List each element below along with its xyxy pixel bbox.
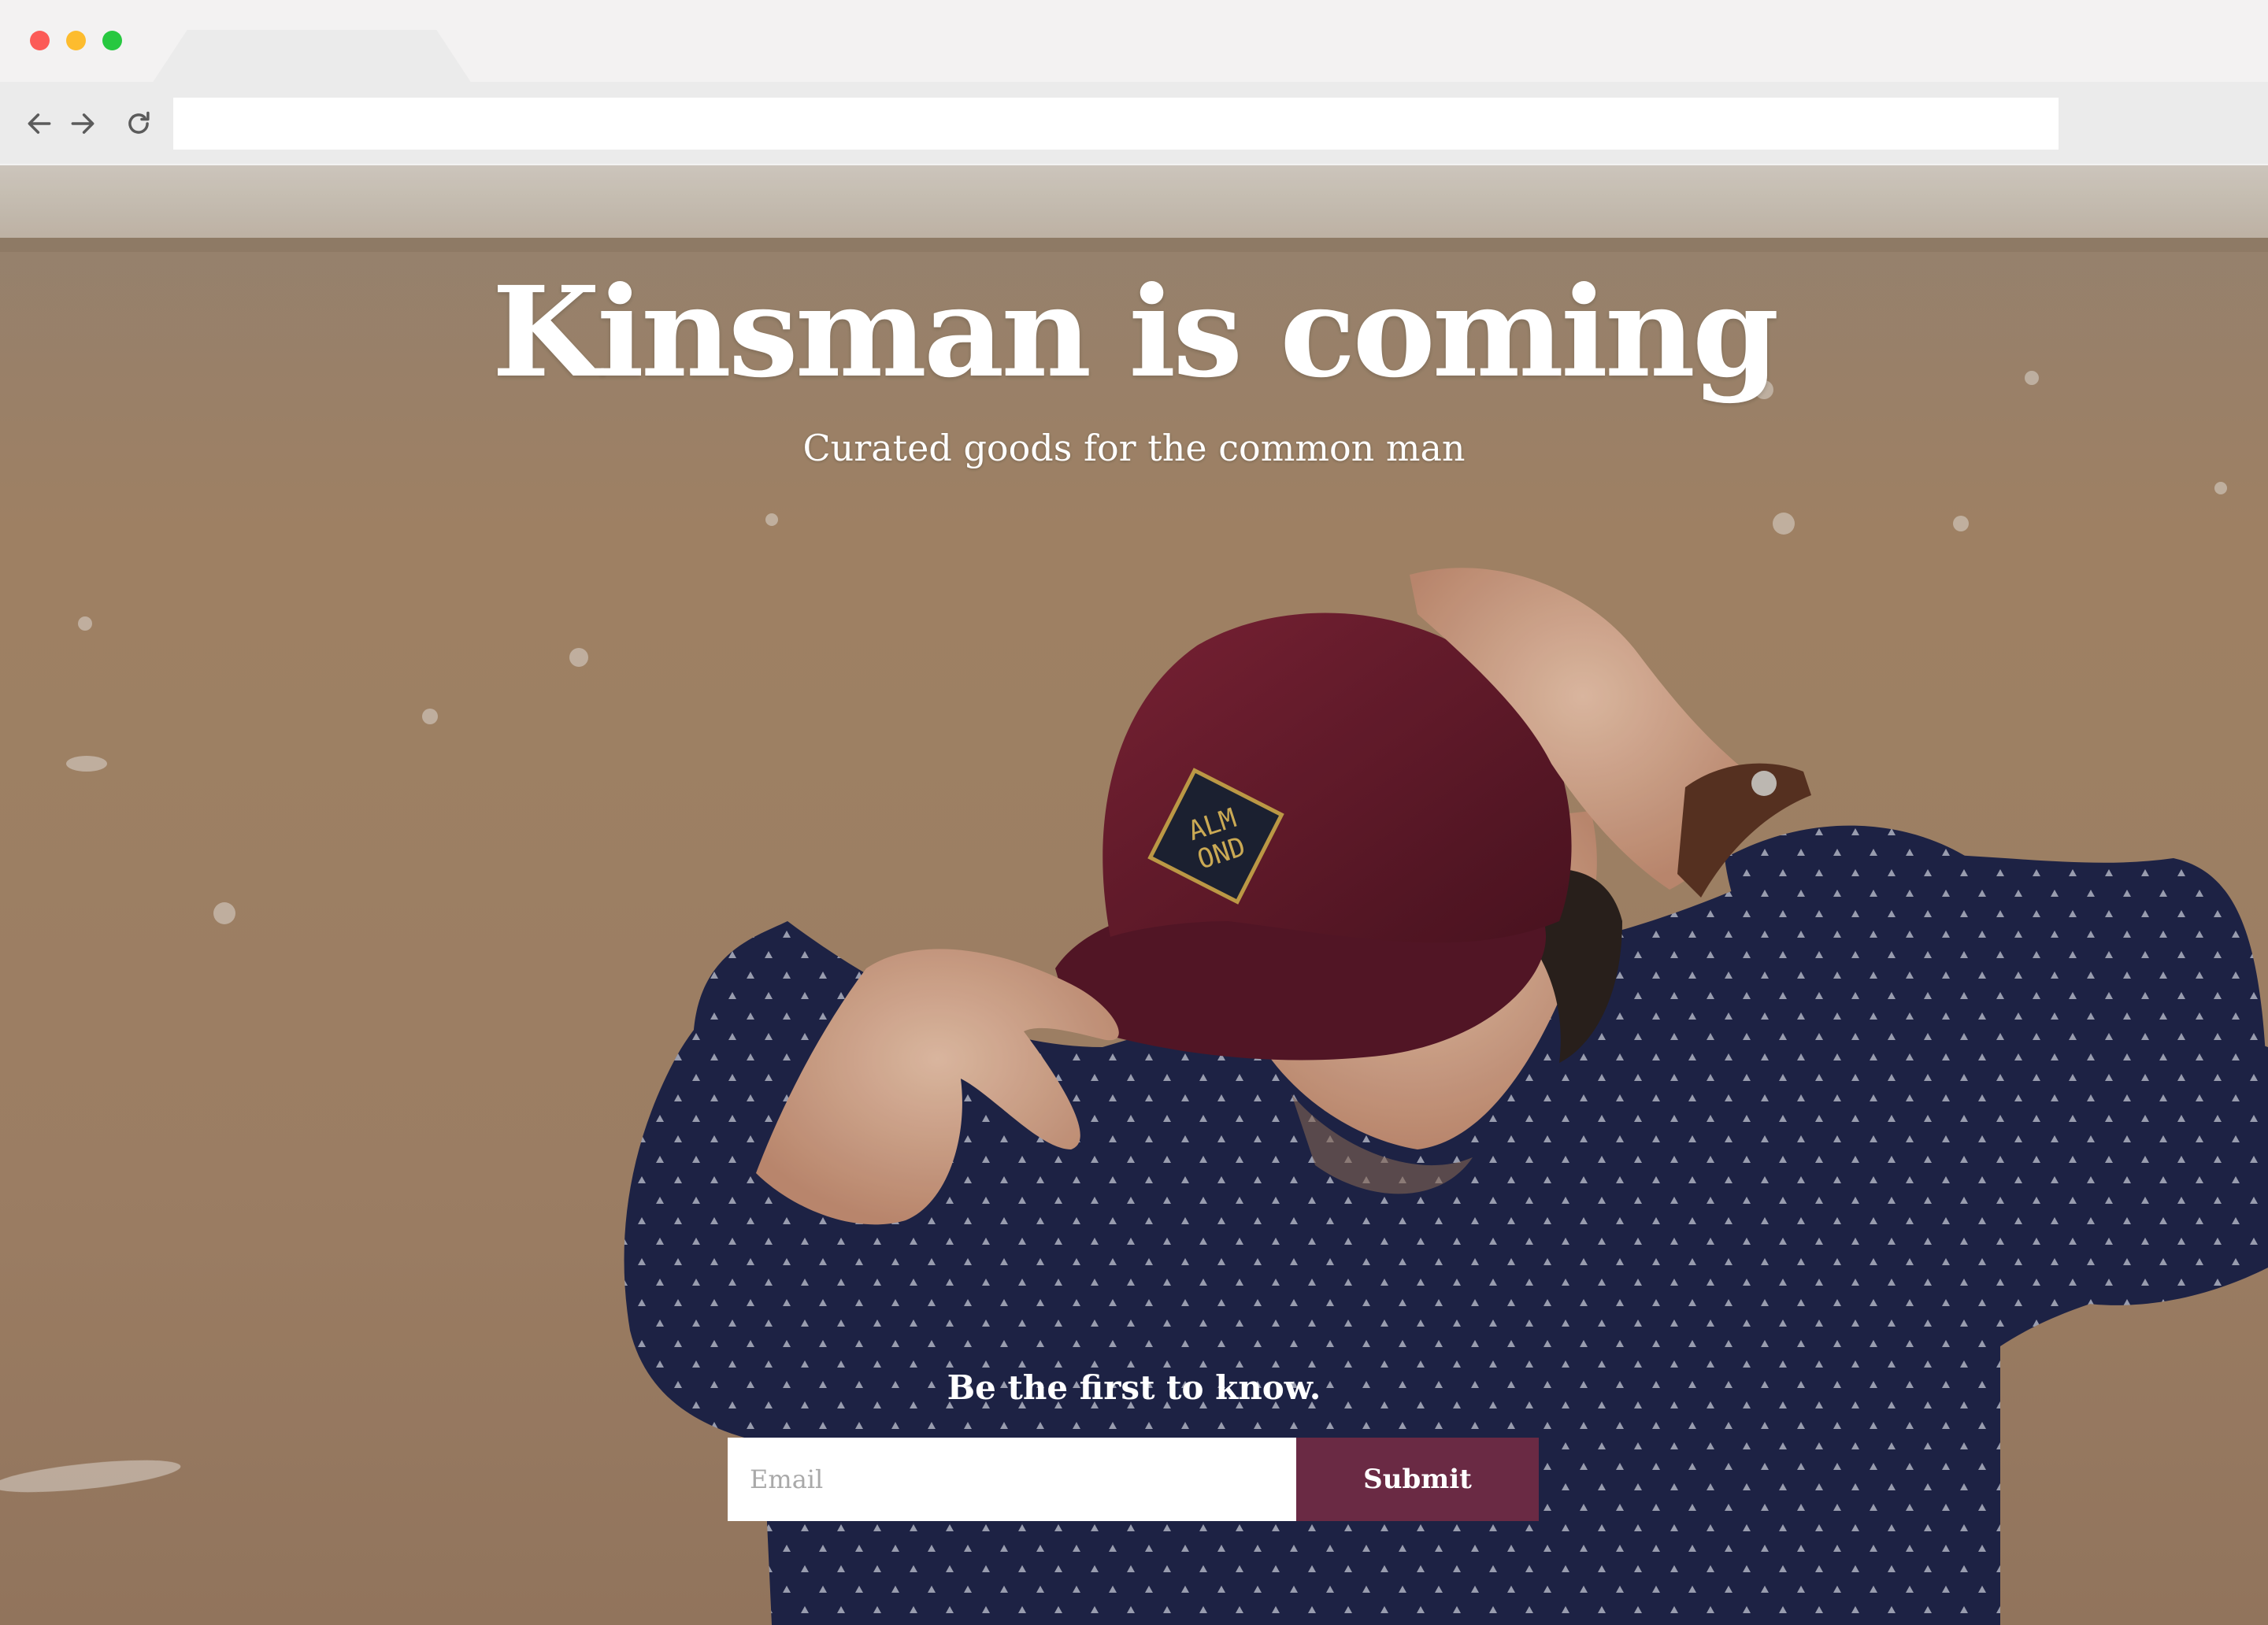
signup-prompt: Be the first to know. [947, 1368, 1321, 1407]
minimize-window-button[interactable] [66, 31, 86, 50]
signup-form: Submit [728, 1438, 1539, 1521]
arrow-right-icon [71, 113, 94, 134]
page-subheadline: Curated goods for the common man [802, 427, 1466, 469]
arrow-left-icon [28, 113, 51, 134]
landing-page: ALM OND Kinsman is coming Curated goods … [0, 165, 2268, 1625]
submit-button[interactable]: Submit [1296, 1438, 1539, 1521]
email-field[interactable] [728, 1438, 1296, 1521]
reload-icon [128, 111, 150, 134]
browser-chrome [0, 0, 2268, 164]
reload-button[interactable] [120, 105, 157, 142]
zoom-window-button[interactable] [102, 31, 122, 50]
close-window-button[interactable] [30, 31, 50, 50]
forward-button[interactable] [65, 105, 101, 142]
back-button[interactable] [21, 105, 57, 142]
address-bar[interactable] [173, 98, 2059, 150]
page-headline: Kinsman is coming [491, 260, 1780, 405]
window-controls [30, 31, 122, 50]
browser-tab[interactable] [152, 30, 472, 83]
